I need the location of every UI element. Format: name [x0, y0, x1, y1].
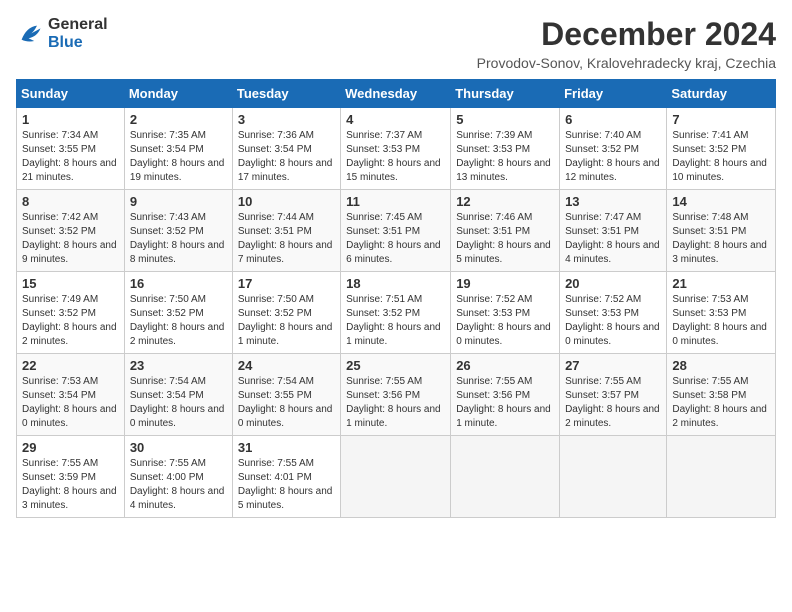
calendar-week-row: 1Sunrise: 7:34 AMSunset: 3:55 PMDaylight…	[17, 108, 776, 190]
calendar-day-cell: 29Sunrise: 7:55 AMSunset: 3:59 PMDayligh…	[17, 436, 125, 518]
weekday-header: Monday	[124, 80, 232, 108]
calendar-day-cell: 17Sunrise: 7:50 AMSunset: 3:52 PMDayligh…	[232, 272, 340, 354]
calendar-day-cell: 16Sunrise: 7:50 AMSunset: 3:52 PMDayligh…	[124, 272, 232, 354]
calendar-day-cell: 24Sunrise: 7:54 AMSunset: 3:55 PMDayligh…	[232, 354, 340, 436]
weekday-header: Tuesday	[232, 80, 340, 108]
weekday-header: Wednesday	[341, 80, 451, 108]
calendar-day-cell: 20Sunrise: 7:52 AMSunset: 3:53 PMDayligh…	[560, 272, 667, 354]
location-subtitle: Provodov-Sonov, Kralovehradecky kraj, Cz…	[477, 55, 776, 71]
calendar-day-cell	[667, 436, 776, 518]
calendar-table: SundayMondayTuesdayWednesdayThursdayFrid…	[16, 79, 776, 518]
calendar-week-row: 29Sunrise: 7:55 AMSunset: 3:59 PMDayligh…	[17, 436, 776, 518]
calendar-week-row: 22Sunrise: 7:53 AMSunset: 3:54 PMDayligh…	[17, 354, 776, 436]
weekday-header: Thursday	[451, 80, 560, 108]
calendar-day-cell: 10Sunrise: 7:44 AMSunset: 3:51 PMDayligh…	[232, 190, 340, 272]
calendar-day-cell	[341, 436, 451, 518]
logo-icon	[16, 20, 44, 48]
weekday-header-row: SundayMondayTuesdayWednesdayThursdayFrid…	[17, 80, 776, 108]
calendar-day-cell: 26Sunrise: 7:55 AMSunset: 3:56 PMDayligh…	[451, 354, 560, 436]
calendar-week-row: 15Sunrise: 7:49 AMSunset: 3:52 PMDayligh…	[17, 272, 776, 354]
month-title: December 2024	[477, 16, 776, 53]
calendar-day-cell	[560, 436, 667, 518]
calendar-day-cell: 11Sunrise: 7:45 AMSunset: 3:51 PMDayligh…	[341, 190, 451, 272]
calendar-week-row: 8Sunrise: 7:42 AMSunset: 3:52 PMDaylight…	[17, 190, 776, 272]
calendar-day-cell: 5Sunrise: 7:39 AMSunset: 3:53 PMDaylight…	[451, 108, 560, 190]
logo-text: General Blue	[48, 16, 108, 51]
calendar-day-cell: 12Sunrise: 7:46 AMSunset: 3:51 PMDayligh…	[451, 190, 560, 272]
calendar-day-cell: 1Sunrise: 7:34 AMSunset: 3:55 PMDaylight…	[17, 108, 125, 190]
weekday-header: Saturday	[667, 80, 776, 108]
calendar-day-cell: 18Sunrise: 7:51 AMSunset: 3:52 PMDayligh…	[341, 272, 451, 354]
calendar-day-cell	[451, 436, 560, 518]
calendar-day-cell: 30Sunrise: 7:55 AMSunset: 4:00 PMDayligh…	[124, 436, 232, 518]
calendar-day-cell: 21Sunrise: 7:53 AMSunset: 3:53 PMDayligh…	[667, 272, 776, 354]
calendar-day-cell: 6Sunrise: 7:40 AMSunset: 3:52 PMDaylight…	[560, 108, 667, 190]
calendar-day-cell: 19Sunrise: 7:52 AMSunset: 3:53 PMDayligh…	[451, 272, 560, 354]
calendar-day-cell: 4Sunrise: 7:37 AMSunset: 3:53 PMDaylight…	[341, 108, 451, 190]
page-header: General Blue December 2024 Provodov-Sono…	[16, 16, 776, 71]
calendar-day-cell: 2Sunrise: 7:35 AMSunset: 3:54 PMDaylight…	[124, 108, 232, 190]
calendar-day-cell: 8Sunrise: 7:42 AMSunset: 3:52 PMDaylight…	[17, 190, 125, 272]
calendar-day-cell: 23Sunrise: 7:54 AMSunset: 3:54 PMDayligh…	[124, 354, 232, 436]
calendar-day-cell: 13Sunrise: 7:47 AMSunset: 3:51 PMDayligh…	[560, 190, 667, 272]
weekday-header: Sunday	[17, 80, 125, 108]
logo: General Blue	[16, 16, 108, 51]
calendar-day-cell: 31Sunrise: 7:55 AMSunset: 4:01 PMDayligh…	[232, 436, 340, 518]
calendar-day-cell: 28Sunrise: 7:55 AMSunset: 3:58 PMDayligh…	[667, 354, 776, 436]
calendar-day-cell: 27Sunrise: 7:55 AMSunset: 3:57 PMDayligh…	[560, 354, 667, 436]
calendar-day-cell: 22Sunrise: 7:53 AMSunset: 3:54 PMDayligh…	[17, 354, 125, 436]
calendar-day-cell: 14Sunrise: 7:48 AMSunset: 3:51 PMDayligh…	[667, 190, 776, 272]
weekday-header: Friday	[560, 80, 667, 108]
calendar-day-cell: 7Sunrise: 7:41 AMSunset: 3:52 PMDaylight…	[667, 108, 776, 190]
calendar-day-cell: 9Sunrise: 7:43 AMSunset: 3:52 PMDaylight…	[124, 190, 232, 272]
calendar-day-cell: 25Sunrise: 7:55 AMSunset: 3:56 PMDayligh…	[341, 354, 451, 436]
calendar-day-cell: 15Sunrise: 7:49 AMSunset: 3:52 PMDayligh…	[17, 272, 125, 354]
title-section: December 2024 Provodov-Sonov, Kralovehra…	[477, 16, 776, 71]
calendar-day-cell: 3Sunrise: 7:36 AMSunset: 3:54 PMDaylight…	[232, 108, 340, 190]
